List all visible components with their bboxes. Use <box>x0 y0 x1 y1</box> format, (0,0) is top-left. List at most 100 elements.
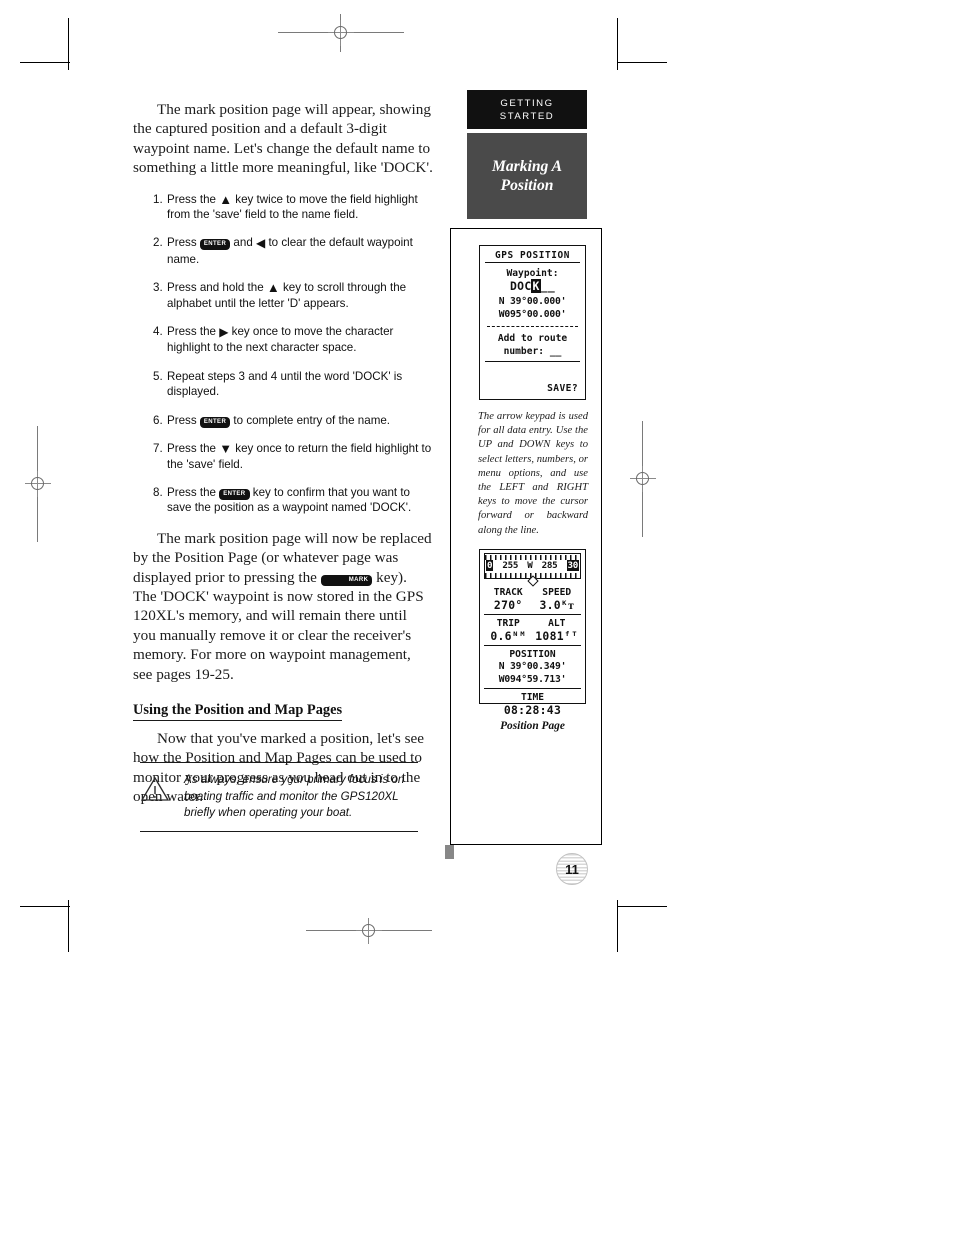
crop-mark-bottom-right-horizontal <box>617 906 667 907</box>
step-item-2: 2. Press ENTER and ◀ to clear the default… <box>133 235 433 267</box>
time-block: TIME 08:28:43 <box>484 691 581 717</box>
page-number-badge: 11 <box>556 853 588 885</box>
compass-label-right: 30 <box>566 560 579 571</box>
step-item-7: 7. Press the ▼ key once to return the fie… <box>133 441 433 472</box>
compass-ticks-top <box>485 554 580 560</box>
step-item-5: 5. Repeat steps 3 and 4 until the word 'D… <box>133 369 433 400</box>
margin-tick-mark <box>445 845 454 859</box>
step-text: Press and hold the ▲ key to scroll throu… <box>167 280 407 310</box>
sidebar-topic-tab: Marking A Position <box>467 133 587 219</box>
note-bottom-rule <box>140 830 418 832</box>
lcd-latitude: N 39°00.000' <box>498 296 567 307</box>
lcd-dashed-separator <box>487 326 578 327</box>
compass-label-center: W <box>527 560 533 571</box>
track-speed-row: TRACK 270° SPEED 3.0ᴷᴛ <box>484 586 581 612</box>
enter-key-icon: ENTER <box>219 488 250 500</box>
step-item-1: 1. Press the ▲ key twice to move the fiel… <box>133 192 433 223</box>
arrow-up-icon: ▲ <box>266 280 280 296</box>
topic-tab-line1: Marking A <box>491 158 563 175</box>
numbered-steps-list: 1. Press the ▲ key twice to move the fiel… <box>133 192 433 516</box>
speed-value: 3.0ᴷᴛ <box>539 598 575 612</box>
main-text-column: The mark position page will appear, show… <box>133 100 433 809</box>
compass-label-mid-left: 255 <box>502 560 519 571</box>
speed-cell: SPEED 3.0ᴷᴛ <box>533 586 582 612</box>
lcd-waypoint-name-blanks: __ <box>540 279 555 293</box>
position-block: POSITION N 39°00.349' W094°59.713' <box>484 648 581 686</box>
crop-mark-bottom-left-vertical <box>68 900 69 952</box>
lcd-waypoint-name-prefix: DOC <box>510 279 532 293</box>
enter-key-icon: ENTER <box>199 239 231 251</box>
lcd-save-prompt: SAVE? <box>547 383 578 394</box>
section-tab-line1: GETTING <box>500 97 554 109</box>
topic-tab-line2: Position <box>500 177 554 194</box>
position-page-caption: Position Page <box>500 720 565 732</box>
step-text: Repeat steps 3 and 4 until the word 'DOC… <box>167 369 403 399</box>
trip-value: 0.6ᴺᴹ <box>490 629 527 643</box>
alt-cell: ALT 1081ᶠᵀ <box>533 617 582 643</box>
alt-value: 1081ᶠᵀ <box>535 629 579 643</box>
mark-position-caption: The arrow keypad is used for all data en… <box>478 411 588 536</box>
compass-label-mid-right: 285 <box>541 560 558 571</box>
step-text: Press the ▶ key once to move the charact… <box>167 325 394 355</box>
gps-mark-position-screen: GPS POSITION Waypoint: DOCK__ N 39°00.00… <box>479 245 586 400</box>
arrow-up-icon: ▲ <box>219 191 233 207</box>
divider-2 <box>484 645 581 646</box>
lcd-add-to-route-label: Add to route <box>497 333 568 344</box>
registration-mark-left <box>25 426 51 542</box>
lcd-longitude: W095°00.000' <box>498 308 567 320</box>
sidebar-section-tab: GETTING STARTED <box>467 90 587 129</box>
warning-note-text: As always, ensure your primary focus is … <box>184 773 405 820</box>
warning-triangle-icon <box>140 772 184 807</box>
step-item-8: 8. Press the ENTER key to confirm that yo… <box>133 485 433 516</box>
time-value: 08:28:43 <box>503 703 562 717</box>
trip-cell: TRIP 0.6ᴺᴹ <box>484 617 533 643</box>
registration-mark-bottom <box>306 918 432 944</box>
step-item-6: 6. Press ENTER to complete entry of the n… <box>133 413 433 428</box>
position-longitude: W094°59.713' <box>498 673 567 685</box>
step-number: 2. <box>153 236 163 250</box>
lcd-route-number-field: number: __ <box>503 346 562 357</box>
step-number: 7. <box>153 442 163 456</box>
trip-alt-row: TRIP 0.6ᴺᴹ ALT 1081ᶠᵀ <box>484 617 581 643</box>
position-latitude: N 39°00.349' <box>498 661 567 672</box>
after-steps-paragraph: The mark position page will now be repla… <box>133 529 432 683</box>
registration-mark-top <box>278 14 404 52</box>
crop-mark-bottom-left-horizontal <box>20 906 70 907</box>
arrow-left-icon: ◀ <box>256 236 266 251</box>
step-item-4: 4. Press the ▶ key once to move the chara… <box>133 324 433 356</box>
warning-note: As always, ensure your primary focus is … <box>140 762 418 832</box>
crop-mark-top-left-horizontal <box>20 62 70 63</box>
step-number: 8. <box>153 485 163 499</box>
position-label: POSITION <box>509 649 556 660</box>
mark-key-icon: MARK <box>320 574 373 586</box>
track-value: 270° <box>493 598 523 612</box>
section-tab-line2: STARTED <box>499 110 555 122</box>
compass-labels: 0 255 W 285 30 <box>485 560 580 571</box>
track-cell: TRACK 270° <box>484 586 533 612</box>
lcd-waypoint-name: DOCK__ <box>485 279 580 293</box>
step-item-3: 3. Press and hold the ▲ key to scroll thr… <box>133 280 433 311</box>
step-text: Press ENTER and ◀ to clear the default w… <box>167 236 413 266</box>
compass-label-left: 0 <box>486 560 494 571</box>
lcd-waypoint-cursor-char: K <box>531 279 541 293</box>
divider-1 <box>484 614 581 615</box>
divider-3 <box>484 688 581 689</box>
gps-position-page-screen: 0 255 W 285 30 TRACK 270° SPEED 3.0ᴷᴛ TR… <box>479 549 586 717</box>
lcd-title-gps-position: GPS POSITION <box>485 250 580 263</box>
registration-mark-right <box>630 421 656 537</box>
section-heading: Using the Position and Map Pages <box>133 702 343 721</box>
crop-mark-bottom-right-vertical <box>617 900 618 952</box>
step-number: 3. <box>153 281 163 295</box>
crop-mark-top-right-horizontal <box>617 62 667 63</box>
step-number: 6. <box>153 413 163 427</box>
page-number-text: 11 <box>565 861 579 877</box>
section-heading-wrapper: Using the Position and Map Pages <box>133 686 433 723</box>
step-number: 1. <box>153 192 163 206</box>
step-number: 4. <box>153 325 163 339</box>
step-text: Press ENTER to complete entry of the nam… <box>167 413 391 428</box>
step-number: 5. <box>153 369 163 383</box>
step-text: Press the ▲ key twice to move the field … <box>167 191 418 222</box>
lcd-bottom-rule <box>485 361 580 362</box>
intro-paragraph: The mark position page will appear, show… <box>133 101 433 177</box>
enter-key-icon: ENTER <box>199 416 231 428</box>
